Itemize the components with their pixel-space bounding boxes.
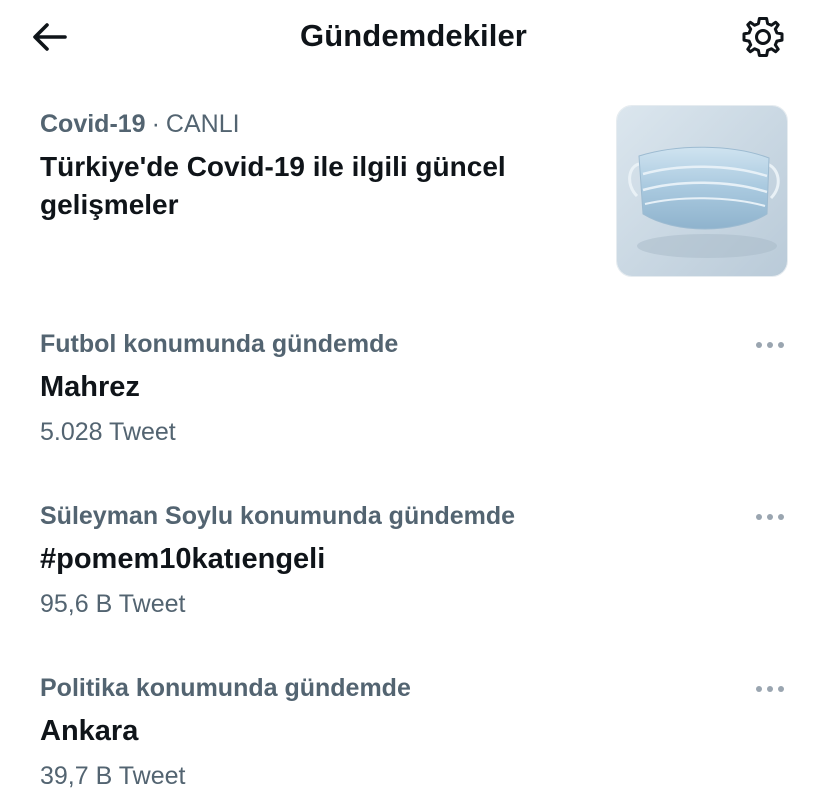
trend-context: Politika konumunda gündemde <box>40 674 411 702</box>
more-dots-icon <box>756 686 784 692</box>
face-mask-image[interactable] <box>616 105 788 277</box>
trend-context: Futbol konumunda gündemde <box>40 330 399 358</box>
settings-button[interactable] <box>738 12 788 62</box>
trend-context: Covid-19 · CANLI <box>40 108 240 140</box>
more-button[interactable] <box>748 677 792 701</box>
trend-name: Ankara <box>40 715 139 747</box>
top-bar: Gündemdekiler <box>0 0 827 72</box>
more-dots-icon <box>756 514 784 520</box>
tweet-count: 95,6 B Tweet <box>40 590 186 618</box>
page-title: Gündemdekiler <box>300 18 527 53</box>
more-button[interactable] <box>748 505 792 529</box>
trend-category: Covid-19 <box>40 110 146 138</box>
live-label: CANLI <box>165 110 240 138</box>
trend-context: Süleyman Soylu konumunda gündemde <box>40 502 516 530</box>
separator: · <box>151 110 160 138</box>
gear-icon <box>742 17 784 57</box>
trend-name: #pomem10katıengeli <box>40 543 326 575</box>
tweet-count: 5.028 Tweet <box>40 418 176 446</box>
trend-item[interactable]: Süleyman Soylu konumunda gündemde #pomem… <box>0 497 827 627</box>
trend-item[interactable]: Futbol konumunda gündemde Mahrez 5.028 T… <box>0 325 827 455</box>
trend-name: Mahrez <box>40 371 140 403</box>
trend-headline: Türkiye'de Covid-19 ile ilgili güncel ge… <box>40 151 506 220</box>
more-dots-icon <box>756 342 784 348</box>
more-button[interactable] <box>748 333 792 357</box>
trend-item[interactable]: Politika konumunda gündemde Ankara 39,7 … <box>0 669 827 794</box>
tweet-count: 39,7 B Tweet <box>40 762 186 790</box>
